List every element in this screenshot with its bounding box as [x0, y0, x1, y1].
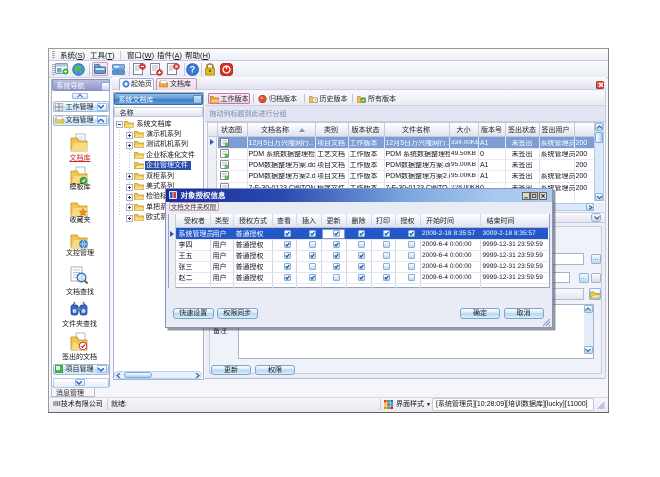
svg-text:?: ? — [190, 64, 196, 74]
